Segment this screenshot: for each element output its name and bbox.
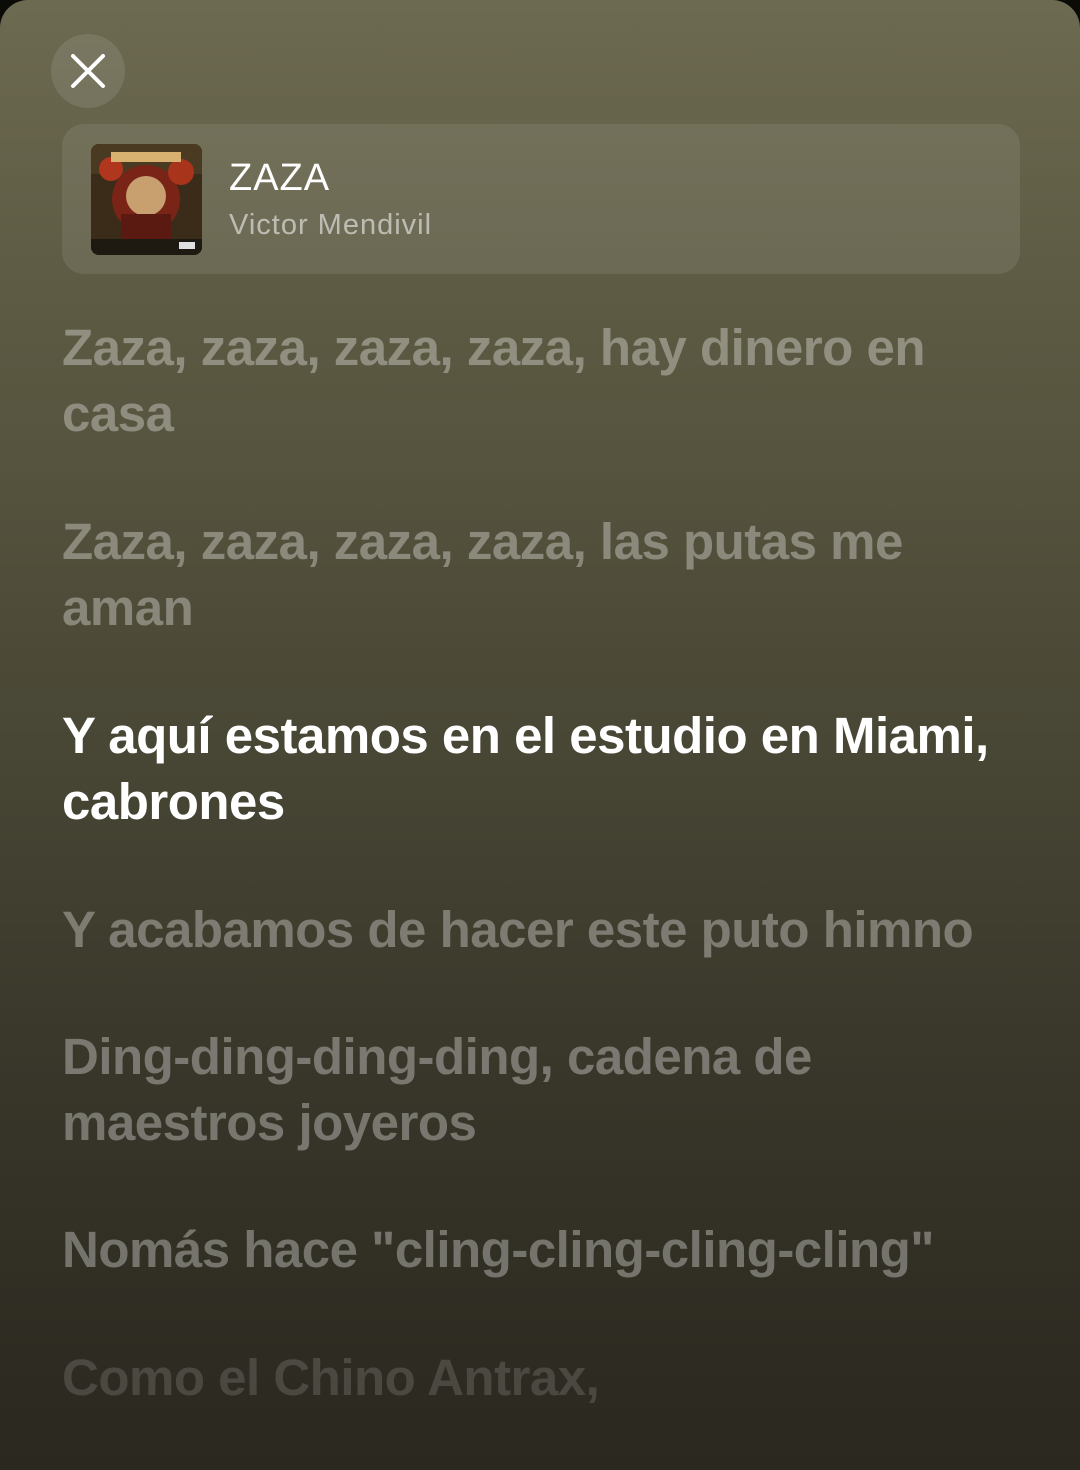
close-button[interactable] (51, 34, 125, 108)
song-title: ZAZA (229, 157, 331, 199)
lyrics-sheet: ZAZA Victor Mendivil Zaza, zaza, zaza, z… (0, 0, 1080, 1470)
lyric-line[interactable]: Y acabamos de hacer este puto himno (62, 897, 1042, 963)
lyric-line[interactable]: Ding-ding-ding-ding, cadena de maestros … (62, 1024, 1042, 1156)
lyric-line[interactable]: Nomás hace "cling-cling-cling-cling" (62, 1217, 1042, 1283)
lyric-line[interactable]: Zaza, zaza, zaza, zaza, las putas me ama… (62, 509, 1042, 641)
now-playing-card[interactable]: ZAZA Victor Mendivil (62, 124, 1020, 274)
close-icon (70, 53, 106, 89)
album-artwork (91, 144, 202, 255)
lyric-line[interactable]: Como el Chino Antrax, (62, 1345, 1042, 1411)
lyric-line[interactable]: Zaza, zaza, zaza, zaza, hay dinero en ca… (62, 315, 1042, 447)
lyric-line-current[interactable]: Y aquí estamos en el estudio en Miami, c… (62, 703, 1042, 835)
song-artist: Victor Mendivil (229, 209, 433, 241)
